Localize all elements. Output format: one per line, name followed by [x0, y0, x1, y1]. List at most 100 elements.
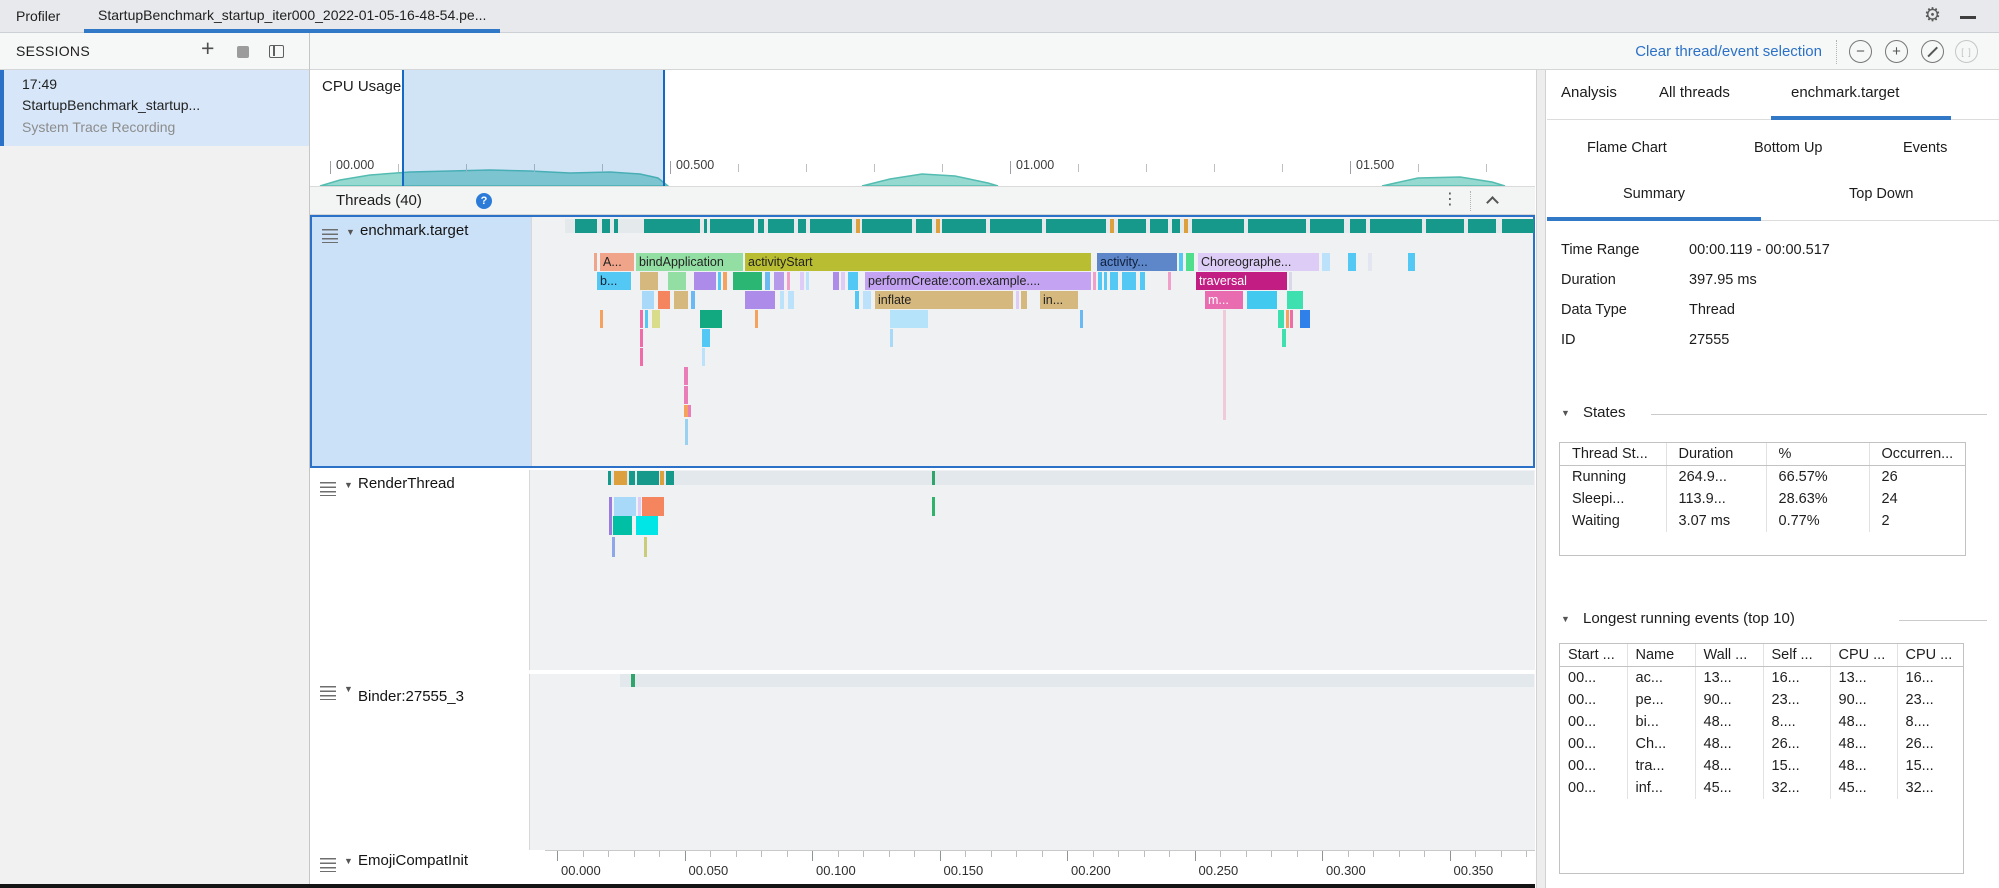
tab-events[interactable]: Events: [1903, 140, 1947, 156]
trace-segment[interactable]: [694, 272, 716, 290]
trace-segment[interactable]: [609, 497, 612, 516]
trace-segment[interactable]: [1290, 310, 1293, 328]
table-cell[interactable]: 26: [1869, 466, 1966, 489]
kebab-menu-icon[interactable]: ⋮: [1442, 189, 1458, 209]
trace-segment[interactable]: [691, 291, 695, 309]
trace-event[interactable]: A...: [600, 253, 634, 271]
column-header[interactable]: Wall ...: [1695, 644, 1763, 667]
trace-segment[interactable]: [658, 291, 670, 309]
table-row[interactable]: Waiting3.07 ms0.77%2: [1560, 510, 1966, 532]
column-header[interactable]: Duration: [1666, 443, 1766, 466]
trace-segment[interactable]: [1310, 219, 1344, 233]
table-cell[interactable]: 8....: [1763, 711, 1830, 733]
tab-all-threads[interactable]: All threads: [1659, 84, 1730, 101]
trace-segment[interactable]: [642, 497, 664, 516]
table-cell[interactable]: 45...: [1695, 777, 1763, 799]
trace-segment[interactable]: [642, 291, 654, 309]
trace-segment[interactable]: [1140, 272, 1145, 290]
trace-segment[interactable]: [758, 219, 764, 233]
trace-segment[interactable]: [1282, 329, 1286, 347]
tab-flame-chart[interactable]: Flame Chart: [1587, 140, 1667, 156]
table-cell[interactable]: Sleepi...: [1560, 488, 1666, 510]
trace-segment[interactable]: [704, 219, 707, 233]
tab-analysis[interactable]: Analysis: [1561, 84, 1617, 101]
table-cell[interactable]: 90...: [1830, 689, 1897, 711]
trace-segment[interactable]: [1426, 219, 1464, 233]
table-row[interactable]: Sleepi...113.9...28.63%24: [1560, 488, 1966, 510]
trace-segment[interactable]: [668, 272, 686, 290]
trace-segment[interactable]: [1408, 253, 1415, 271]
table-cell[interactable]: 66.57%: [1766, 466, 1869, 489]
stop-icon[interactable]: [237, 46, 249, 58]
table-cell[interactable]: 48...: [1830, 733, 1897, 755]
table-cell[interactable]: 16...: [1763, 667, 1830, 690]
tab-enchmark-target[interactable]: enchmark.target: [1791, 84, 1899, 101]
table-cell[interactable]: 48...: [1830, 755, 1897, 777]
table-cell[interactable]: 00...: [1560, 667, 1627, 690]
table-cell[interactable]: 90...: [1695, 689, 1763, 711]
tab-trace-file[interactable]: StartupBenchmark_startup_iter000_2022-01…: [84, 0, 500, 33]
trace-segment[interactable]: [660, 471, 664, 485]
table-cell[interactable]: 264.9...: [1666, 466, 1766, 489]
table-cell[interactable]: 2: [1869, 510, 1966, 532]
trace-segment[interactable]: [614, 497, 636, 516]
table-cell[interactable]: Ch...: [1627, 733, 1695, 755]
table-cell[interactable]: pe...: [1627, 689, 1695, 711]
zoom-to-selection-button[interactable]: [ ]: [1955, 40, 1978, 63]
trace-segment[interactable]: [710, 219, 754, 233]
trace-segment[interactable]: [810, 219, 852, 233]
trace-segment[interactable]: [640, 310, 643, 328]
trace-segment[interactable]: [1287, 291, 1303, 309]
table-cell[interactable]: 45...: [1830, 777, 1897, 799]
column-header[interactable]: Occurren...: [1869, 443, 1966, 466]
trace-segment[interactable]: [841, 272, 845, 290]
trace-segment[interactable]: [833, 272, 839, 290]
table-row[interactable]: 00...inf...45...32...45...32...: [1560, 777, 1964, 799]
trace-segment[interactable]: [1118, 219, 1146, 233]
trace-segment[interactable]: [1110, 272, 1118, 290]
table-row[interactable]: 00...tra...48...15...48...15...: [1560, 755, 1964, 777]
trace-segment[interactable]: [674, 291, 688, 309]
table-cell[interactable]: 00...: [1560, 711, 1627, 733]
session-item[interactable]: 17:49 StartupBenchmark_startup... System…: [0, 70, 309, 146]
table-cell[interactable]: 00...: [1560, 777, 1627, 799]
trace-segment[interactable]: [780, 291, 784, 309]
trace-segment[interactable]: [1150, 219, 1168, 233]
trace-segment[interactable]: [608, 471, 611, 485]
column-header[interactable]: Self ...: [1763, 644, 1830, 667]
trace-segment[interactable]: [644, 219, 700, 233]
table-cell[interactable]: 00...: [1560, 689, 1627, 711]
trace-segment[interactable]: [723, 272, 727, 290]
column-header[interactable]: Name: [1627, 644, 1695, 667]
trace-segment[interactable]: [638, 497, 641, 516]
trace-event[interactable]: in...: [1040, 291, 1078, 309]
table-row[interactable]: 00...ac...13...16...13...16...: [1560, 667, 1964, 690]
trace-segment[interactable]: [609, 516, 612, 535]
table-cell[interactable]: 26...: [1763, 733, 1830, 755]
trace-segment[interactable]: [1186, 253, 1194, 271]
trace-segment[interactable]: [612, 537, 615, 557]
table-cell[interactable]: 16...: [1897, 667, 1964, 690]
trace-segment[interactable]: [1247, 291, 1277, 309]
table-cell[interactable]: 15...: [1897, 755, 1964, 777]
trace-segment[interactable]: [640, 272, 658, 290]
table-cell[interactable]: 0.77%: [1766, 510, 1869, 532]
table-cell[interactable]: 48...: [1695, 711, 1763, 733]
trace-segment[interactable]: [666, 471, 674, 485]
trace-segment[interactable]: [1223, 310, 1226, 420]
zoom-out-button[interactable]: −: [1849, 40, 1872, 63]
trace-segment[interactable]: [798, 219, 806, 233]
trace-event[interactable]: activityStart: [745, 253, 1091, 271]
trace-segment[interactable]: [1179, 253, 1183, 271]
column-header[interactable]: Thread St...: [1560, 443, 1666, 466]
table-cell[interactable]: ac...: [1627, 667, 1695, 690]
add-session-icon[interactable]: +: [201, 35, 214, 62]
column-header[interactable]: CPU ...: [1897, 644, 1964, 667]
collapse-triangle-icon[interactable]: ▼: [1561, 614, 1570, 624]
table-cell[interactable]: bi...: [1627, 711, 1695, 733]
trace-segment[interactable]: [608, 471, 1534, 485]
trace-segment[interactable]: [600, 310, 603, 328]
trace-segment[interactable]: [787, 272, 790, 290]
table-cell[interactable]: 23...: [1897, 689, 1964, 711]
events-section-header[interactable]: ▼ Longest running events (top 10): [1547, 610, 1999, 632]
